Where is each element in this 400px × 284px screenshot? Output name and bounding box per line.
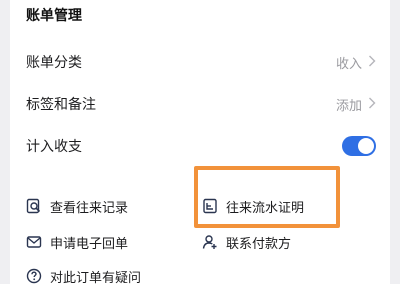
bill-category-row[interactable]: 账单分类 收入 <box>26 50 376 74</box>
contact-payer-label: 联系付款方 <box>226 236 292 252</box>
mail-icon <box>26 234 42 250</box>
toggle-knob <box>358 138 374 154</box>
include-in-budget-label: 计入收支 <box>26 139 82 155</box>
bill-management-card: 账单管理 账单分类 收入 标签和备注 添加 计入收支 查看往来记录 往来流水证明… <box>10 0 390 284</box>
bill-category-label: 账单分类 <box>26 55 82 71</box>
order-question-action[interactable]: 对此订单有疑问 <box>26 266 141 284</box>
highlight-annotation <box>194 166 340 228</box>
apply-receipt-label: 申请电子回单 <box>50 236 129 252</box>
view-records-action[interactable]: 查看往来记录 <box>26 196 128 216</box>
bill-category-value: 收入 <box>335 56 362 72</box>
chevron-right-icon <box>368 55 376 70</box>
apply-receipt-action[interactable]: 申请电子回单 <box>26 232 128 252</box>
question-icon <box>26 268 42 284</box>
chevron-right-icon <box>368 97 376 112</box>
contact-payer-action[interactable]: 联系付款方 <box>202 232 291 252</box>
user-add-icon <box>202 234 218 250</box>
order-question-label: 对此订单有疑问 <box>50 270 142 284</box>
view-records-label: 查看往来记录 <box>50 200 129 216</box>
section-title: 账单管理 <box>26 8 82 24</box>
include-in-budget-row: 计入收支 <box>26 134 376 158</box>
tags-notes-label: 标签和备注 <box>26 97 96 113</box>
include-in-budget-toggle[interactable] <box>342 136 376 156</box>
search-record-icon <box>26 198 42 214</box>
tags-notes-value: 添加 <box>335 98 362 114</box>
tags-notes-row[interactable]: 标签和备注 添加 <box>26 92 376 116</box>
